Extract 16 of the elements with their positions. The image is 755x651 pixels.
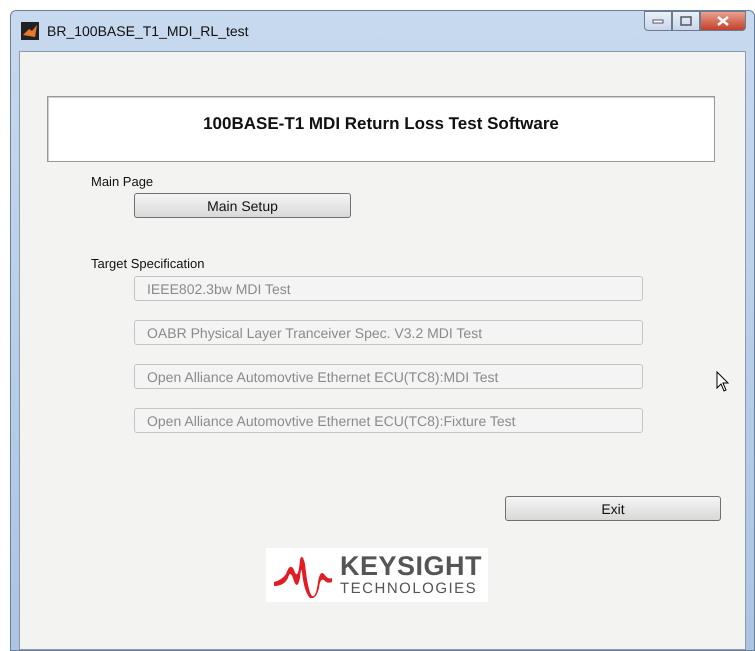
banner-title: 100BASE-T1 MDI Return Loss Test Software [203,114,559,134]
minimize-icon [652,18,664,24]
close-icon [717,16,729,26]
maximize-icon [680,16,692,26]
exit-button[interactable]: Exit [505,496,721,521]
main-setup-button[interactable]: Main Setup [134,193,351,218]
window-title: BR_100BASE_T1_MDI_RL_test [47,23,249,39]
section-label: Main Page [91,174,154,189]
close-button[interactable] [700,11,746,31]
mouse-pointer-icon [716,371,730,393]
section-label: Target Specification [91,256,204,271]
app-icon [21,22,39,40]
logo-name: KEYSIGHT [340,552,482,580]
logo-subtitle: TECHNOLOGIES [340,580,478,598]
maximize-button[interactable] [672,11,700,31]
minimize-button[interactable] [644,11,672,31]
